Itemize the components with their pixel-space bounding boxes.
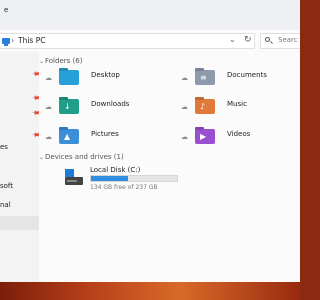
this-pc-icon <box>2 38 10 46</box>
folder-item-videos[interactable]: ☁ ▶ Videos <box>181 127 300 147</box>
drive-usage-bar <box>90 175 178 182</box>
windows-logo-icon <box>65 169 74 177</box>
folder-label: Music <box>227 100 247 108</box>
documents-folder-icon: ≡ <box>195 70 215 85</box>
folder-item-documents[interactable]: ☁ ≡ Documents <box>181 68 300 88</box>
navigation-pane: 📌 📌 📌 📌 es soft nal <box>0 52 41 282</box>
address-row: › This PC ⌄ ↻ <box>0 30 300 52</box>
refresh-icon[interactable]: ↻ <box>244 35 252 45</box>
folder-label: Documents <box>227 71 267 79</box>
folder-label: Downloads <box>91 100 130 108</box>
title-bar: e <box>0 0 300 30</box>
downloads-folder-icon: ↓ <box>59 99 79 114</box>
address-history-chevron-icon[interactable]: ⌄ <box>229 35 236 44</box>
nav-item-label[interactable]: es <box>0 143 8 151</box>
folder-item-music[interactable]: ☁ ♪ Music <box>181 97 300 117</box>
folder-item-pictures[interactable]: ☁ ▲ Pictures <box>45 127 165 147</box>
collapse-chevron-icon[interactable]: ⌄ <box>39 58 44 65</box>
folder-label: Desktop <box>91 71 120 79</box>
search-input[interactable]: Searc <box>260 33 300 49</box>
address-bar[interactable]: › This PC ⌄ ↻ <box>0 33 255 49</box>
content-pane: ⌄ Folders (6) ☁ Desktop ☁ ≡ Documents ☁ … <box>39 52 300 282</box>
file-explorer-window: e › This PC ⌄ ↻ Searc 📌 📌 📌 📌 es soft na… <box>0 0 300 282</box>
cloud-icon: ☁ <box>181 74 188 82</box>
music-folder-icon: ♪ <box>195 99 215 114</box>
drive-label[interactable]: Local Disk (C:) <box>90 166 140 174</box>
folder-label: Pictures <box>91 130 119 138</box>
folder-item-desktop[interactable]: ☁ Desktop <box>45 68 165 88</box>
search-placeholder: Searc <box>278 36 298 44</box>
nav-item-label[interactable]: soft <box>0 182 13 190</box>
cloud-icon: ☁ <box>181 103 188 111</box>
desktop-folder-icon <box>59 70 79 85</box>
cloud-icon: ☁ <box>45 133 52 141</box>
nav-item-label[interactable]: nal <box>0 201 11 209</box>
collapse-chevron-icon[interactable]: ⌄ <box>39 154 44 161</box>
folders-group-header[interactable]: Folders (6) <box>45 57 82 65</box>
pictures-folder-icon: ▲ <box>59 129 79 144</box>
drives-group-header[interactable]: Devices and drives (1) <box>45 153 124 161</box>
breadcrumb-this-pc[interactable]: This PC <box>18 36 45 45</box>
drive-free-space: 134 GB free of 237 GB <box>90 184 158 191</box>
nav-item-selected[interactable] <box>0 216 39 230</box>
search-icon <box>265 37 270 42</box>
cloud-icon: ☁ <box>45 74 52 82</box>
hard-drive-icon <box>65 177 83 185</box>
cloud-icon: ☁ <box>181 133 188 141</box>
folder-item-downloads[interactable]: ☁ ↓ Downloads <box>45 97 165 117</box>
desktop-strip <box>0 282 300 300</box>
local-disk-icon[interactable] <box>65 169 85 185</box>
breadcrumb-chevron-icon[interactable]: › <box>11 36 14 45</box>
window-title: e <box>4 6 9 14</box>
videos-folder-icon: ▶ <box>195 129 215 144</box>
folder-label: Videos <box>227 130 251 138</box>
cloud-icon: ☁ <box>45 103 52 111</box>
drive-usage-fill <box>91 176 129 181</box>
